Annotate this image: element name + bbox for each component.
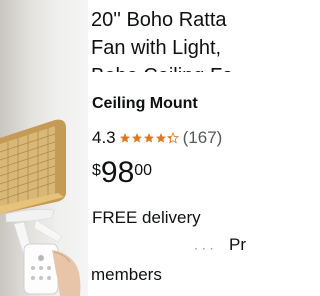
rating-row[interactable]: 4.3 (167) xyxy=(92,127,222,149)
review-count-link[interactable]: (167) xyxy=(183,128,223,148)
product-title[interactable]: 20'' Boho Ratta Fan with Light, Boho Cei… xyxy=(91,6,247,94)
star-partial-icon xyxy=(166,132,179,144)
title-line: 20'' Boho Ratta xyxy=(91,9,227,31)
prime-text: Pr xyxy=(229,235,246,254)
product-subtitle: Ceiling Mount xyxy=(92,95,198,112)
star-rating-icon xyxy=(119,132,179,144)
star-full-icon xyxy=(155,133,166,143)
price-fraction: 00 xyxy=(134,162,153,179)
star-full-icon xyxy=(131,133,142,143)
title-line: Fan with Light, xyxy=(91,37,222,59)
price: $ 98 00 xyxy=(92,157,152,191)
product-image[interactable] xyxy=(0,0,88,296)
members-text: members xyxy=(91,265,162,284)
star-full-icon xyxy=(143,133,154,143)
rating-value: 4.3 xyxy=(92,128,116,147)
price-whole: 98 xyxy=(100,156,135,189)
title-line: Boho Ceiling Fa xyxy=(91,62,247,72)
ceiling-fan-photo xyxy=(0,119,81,296)
loading-dots: • • • xyxy=(195,247,215,253)
price-symbol: $ xyxy=(92,162,101,179)
delivery-text: FREE delivery xyxy=(92,208,201,227)
star-full-icon xyxy=(119,133,130,143)
